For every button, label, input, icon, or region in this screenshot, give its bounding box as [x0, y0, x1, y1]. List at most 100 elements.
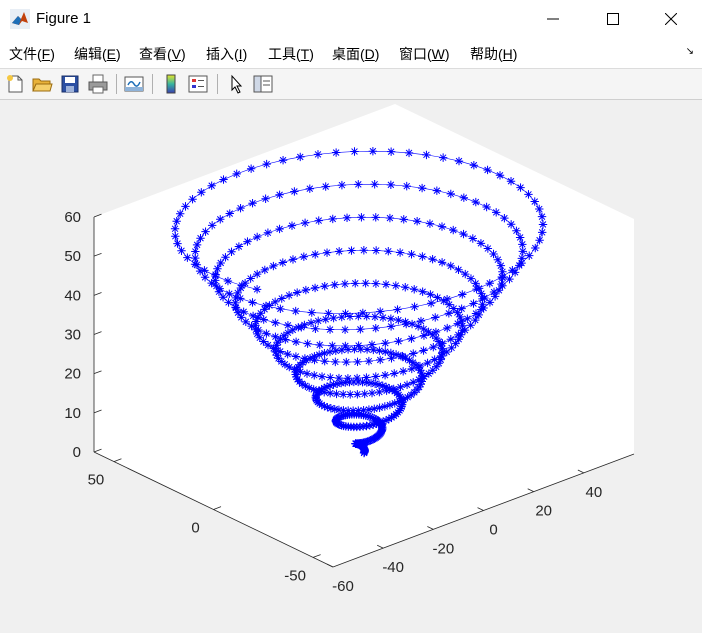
- asterisk-marker: [485, 298, 495, 307]
- asterisk-marker: [325, 325, 335, 334]
- asterisk-marker: [394, 337, 403, 346]
- asterisk-marker: [396, 382, 405, 392]
- z-tick-label: 60: [64, 209, 81, 226]
- menu-tools[interactable]: 工具(T): [268, 44, 314, 64]
- asterisk-marker: [342, 213, 352, 222]
- asterisk-marker: [418, 287, 427, 296]
- figure-toolbar: [0, 69, 702, 100]
- asterisk-marker: [364, 356, 374, 366]
- asterisk-marker: [497, 272, 506, 282]
- asterisk-marker: [381, 339, 390, 348]
- asterisk-marker: [320, 348, 329, 358]
- asterisk-marker: [410, 302, 419, 311]
- y-tick-label: -50: [284, 567, 306, 584]
- plot3-chart[interactable]: -60 -40 -20 0 20 40 -50 0 50 0 10 20 30 40 50 60: [0, 100, 702, 628]
- asterisk-marker: [307, 308, 316, 317]
- x-tick-label: 20: [535, 503, 552, 520]
- asterisk-marker: [260, 265, 270, 275]
- asterisk-marker: [237, 281, 247, 290]
- asterisk-marker: [290, 365, 299, 374]
- asterisk-marker: [446, 189, 455, 199]
- insert-legend-icon[interactable]: [187, 73, 209, 95]
- save-icon[interactable]: [59, 73, 81, 95]
- asterisk-marker: [386, 322, 396, 331]
- asterisk-marker: [461, 269, 470, 279]
- z-tick-label: 30: [64, 327, 81, 344]
- asterisk-marker: [300, 218, 310, 228]
- asterisk-marker: [310, 283, 320, 293]
- asterisk-marker: [471, 309, 481, 318]
- asterisk-marker: [419, 346, 428, 355]
- menu-file[interactable]: 文件(F): [9, 44, 55, 64]
- z-tick-label: 50: [64, 248, 81, 265]
- asterisk-marker: [463, 314, 472, 323]
- window-title: Figure 1: [36, 10, 92, 27]
- asterisk-marker: [291, 352, 301, 361]
- insert-colorbar-icon[interactable]: [160, 73, 182, 95]
- asterisk-marker: [331, 346, 341, 356]
- asterisk-marker: [200, 273, 210, 282]
- asterisk-marker: [409, 349, 418, 358]
- asterisk-marker: [446, 335, 455, 344]
- menu-edit[interactable]: 编辑(E): [74, 44, 121, 64]
- menu-window[interactable]: 窗口(W): [399, 44, 450, 64]
- asterisk-marker: [263, 228, 273, 237]
- asterisk-marker: [310, 355, 319, 365]
- asterisk-marker: [508, 265, 517, 275]
- menu-overflow-icon[interactable]: ↘: [686, 46, 694, 57]
- edit-plot-pointer-icon[interactable]: [225, 73, 247, 95]
- asterisk-marker: [301, 285, 311, 295]
- asterisk-marker: [341, 309, 350, 318]
- asterisk-marker: [437, 258, 447, 267]
- asterisk-marker: [416, 316, 426, 326]
- new-figure-icon[interactable]: [4, 73, 26, 95]
- toolbar-separator: [152, 74, 153, 94]
- menu-view[interactable]: 查看(V): [139, 44, 186, 64]
- asterisk-marker: [457, 304, 466, 313]
- asterisk-marker: [515, 233, 525, 242]
- menu-help[interactable]: 帮助(H): [470, 44, 517, 64]
- asterisk-marker: [223, 276, 233, 286]
- asterisk-marker: [291, 306, 300, 316]
- asterisk-marker: [371, 279, 381, 288]
- asterisk-marker: [259, 315, 268, 324]
- asterisk-marker: [331, 357, 340, 367]
- asterisk-marker: [353, 390, 362, 399]
- asterisk-marker: [334, 373, 344, 383]
- asterisk-marker: [236, 294, 245, 303]
- close-icon: [665, 13, 677, 25]
- asterisk-marker: [518, 240, 527, 249]
- close-button[interactable]: [648, 0, 694, 38]
- menu-insert[interactable]: 插入(I): [206, 44, 247, 64]
- open-file-icon[interactable]: [31, 73, 53, 95]
- asterisk-marker: [367, 388, 377, 398]
- asterisk-marker: [325, 347, 335, 357]
- asterisk-marker: [310, 371, 319, 380]
- asterisk-marker: [419, 331, 429, 340]
- print-icon[interactable]: [87, 73, 109, 95]
- maximize-button[interactable]: [590, 0, 636, 38]
- property-inspector-icon[interactable]: [252, 73, 274, 95]
- minimize-button[interactable]: [530, 0, 576, 38]
- asterisk-marker: [311, 324, 320, 333]
- asterisk-marker: [326, 373, 335, 382]
- asterisk-marker: [371, 372, 380, 381]
- asterisk-marker: [537, 228, 547, 237]
- asterisk-marker: [371, 246, 381, 255]
- asterisk-marker: [389, 384, 398, 394]
- asterisk-marker: [278, 258, 287, 267]
- asterisk-marker: [376, 355, 385, 365]
- link-plot-icon[interactable]: [123, 73, 145, 95]
- asterisk-marker: [466, 274, 476, 283]
- asterisk-marker: [407, 364, 416, 374]
- asterisk-marker: [192, 240, 202, 250]
- asterisk-marker: [479, 303, 488, 313]
- asterisk-marker: [428, 254, 437, 264]
- asterisk-marker: [366, 378, 376, 388]
- x-tick-label: -60: [332, 578, 354, 595]
- asterisk-marker: [215, 284, 224, 293]
- menu-desktop[interactable]: 桌面(D): [332, 44, 379, 64]
- asterisk-marker: [288, 255, 298, 264]
- maximize-icon: [607, 13, 619, 25]
- asterisk-marker: [371, 323, 380, 333]
